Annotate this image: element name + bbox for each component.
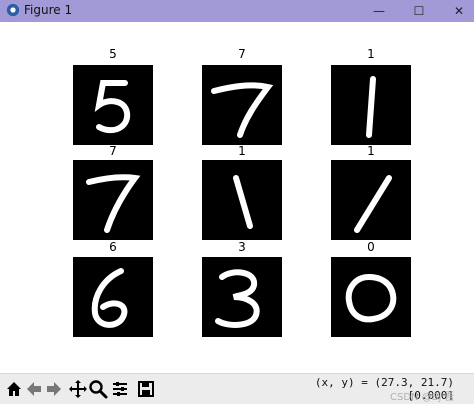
subplot-title-3: 1 [367, 47, 375, 61]
forward-icon [47, 382, 61, 396]
maximize-icon: ☐ [413, 4, 425, 18]
digit-image-7 [211, 82, 274, 138]
subplot-title-5: 1 [238, 144, 246, 158]
digit-image-5 [94, 80, 131, 134]
pan-icon [69, 380, 87, 398]
pan-button[interactable] [68, 379, 88, 399]
subplot-title-6: 1 [367, 144, 375, 158]
subplot-title-2: 7 [238, 47, 246, 61]
digit-image-0 [345, 274, 397, 323]
zoom-button[interactable] [88, 379, 108, 399]
subplot-4 [73, 160, 153, 240]
home-icon [7, 382, 21, 396]
watermark: CSDN @Bj 吾 [390, 392, 455, 403]
digit-image-3 [215, 269, 260, 328]
subplot-title-7: 6 [109, 240, 117, 254]
app-icon [6, 3, 20, 17]
back-button[interactable] [24, 379, 44, 399]
digit-image-1 [366, 76, 376, 138]
close-button[interactable]: ✕ [440, 0, 474, 22]
subplot-1 [73, 65, 153, 145]
subplot-3 [331, 65, 411, 145]
configure-icon [113, 382, 127, 396]
window-title: Figure 1 [24, 3, 73, 17]
subplot-6 [331, 160, 411, 240]
digit-image-1c [354, 175, 392, 233]
home-button[interactable] [4, 379, 24, 399]
save-icon [138, 381, 154, 397]
minimize-icon: — [373, 4, 385, 18]
configure-button[interactable] [110, 379, 130, 399]
save-button[interactable] [136, 379, 156, 399]
subplot-title-4: 7 [109, 144, 117, 158]
figure-canvas[interactable]: 5 7 1 7 1 1 6 3 0 [0, 22, 474, 373]
subplot-2 [202, 65, 282, 145]
subplot-9 [331, 257, 411, 337]
digit-image-1b [233, 175, 253, 229]
close-icon: ✕ [453, 4, 465, 18]
subplot-7 [73, 257, 153, 337]
digit-image-6 [91, 268, 128, 328]
forward-button[interactable] [44, 379, 64, 399]
subplot-5 [202, 160, 282, 240]
subplot-8 [202, 257, 282, 337]
maximize-button[interactable]: ☐ [400, 0, 438, 22]
minimize-button[interactable]: — [360, 0, 398, 22]
subplot-title-1: 5 [109, 47, 117, 61]
digit-image-7b [86, 174, 141, 233]
title-bar: Figure 1 — ☐ ✕ [0, 0, 474, 22]
subplot-title-8: 3 [238, 240, 246, 254]
zoom-icon [89, 380, 108, 399]
back-icon [27, 382, 41, 396]
subplot-title-9: 0 [367, 240, 375, 254]
